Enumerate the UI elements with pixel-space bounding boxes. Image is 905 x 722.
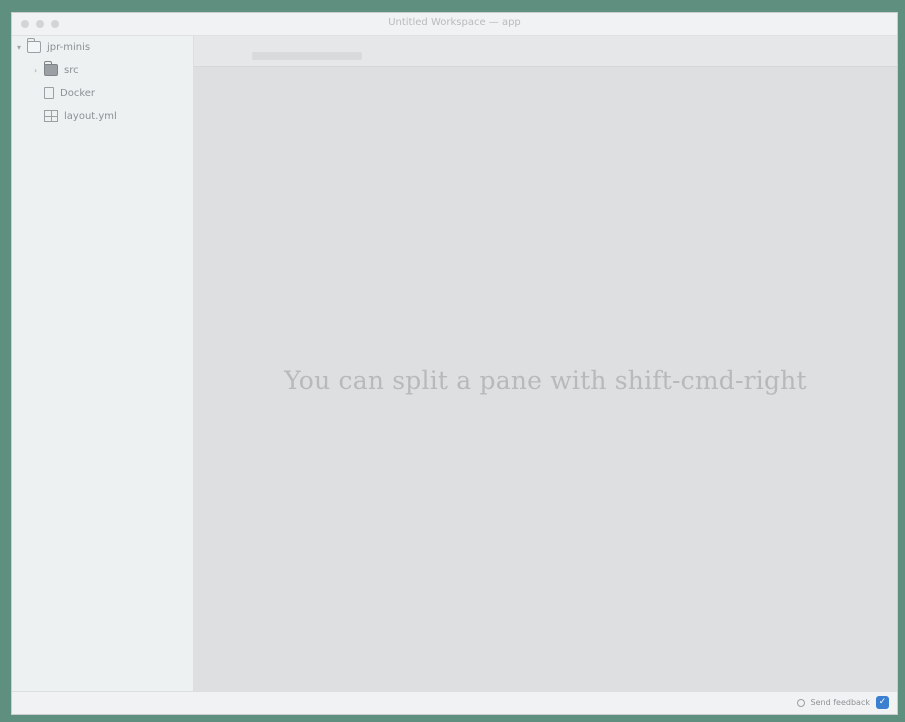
tree-item-label: jpr-minis [47, 41, 91, 53]
tree-item-label: layout.yml [64, 110, 117, 122]
window-title: Untitled Workspace — app [388, 17, 521, 28]
folder-icon [27, 38, 41, 53]
tree-item-layout[interactable]: layout.yml [44, 107, 117, 125]
tab-placeholder [252, 52, 362, 60]
grid-icon [44, 110, 58, 122]
status-right-group: Send feedback ✓ [796, 696, 889, 709]
tab-bar [194, 36, 897, 67]
tree-item-label: src [64, 64, 79, 76]
empty-pane-message: You can split a pane with shift-cmd-righ… [284, 366, 807, 395]
tree-item-label: Docker [60, 87, 96, 99]
tree-item-docker[interactable]: Docker [44, 84, 95, 102]
editor-area[interactable]: You can split a pane with shift-cmd-righ… [194, 36, 897, 692]
send-feedback-link[interactable]: Send feedback [811, 698, 870, 707]
file-icon [44, 87, 54, 99]
app-window: Untitled Workspace — app ▾ jpr-minis › s… [11, 12, 898, 715]
status-bar: Send feedback ✓ [12, 691, 897, 714]
file-tree-sidebar: ▾ jpr-minis › src Docker layout.yml [12, 36, 194, 692]
title-bar[interactable]: Untitled Workspace — app [12, 13, 897, 36]
chevron-down-icon[interactable]: ▾ [17, 43, 27, 52]
feedback-icon [796, 698, 805, 707]
bird-icon[interactable]: ✓ [876, 696, 889, 709]
tree-item-root[interactable]: ▾ jpr-minis [17, 38, 90, 56]
tree-item-src[interactable]: › src [34, 61, 79, 79]
chevron-right-icon[interactable]: › [34, 66, 44, 75]
folder-icon [44, 61, 58, 76]
